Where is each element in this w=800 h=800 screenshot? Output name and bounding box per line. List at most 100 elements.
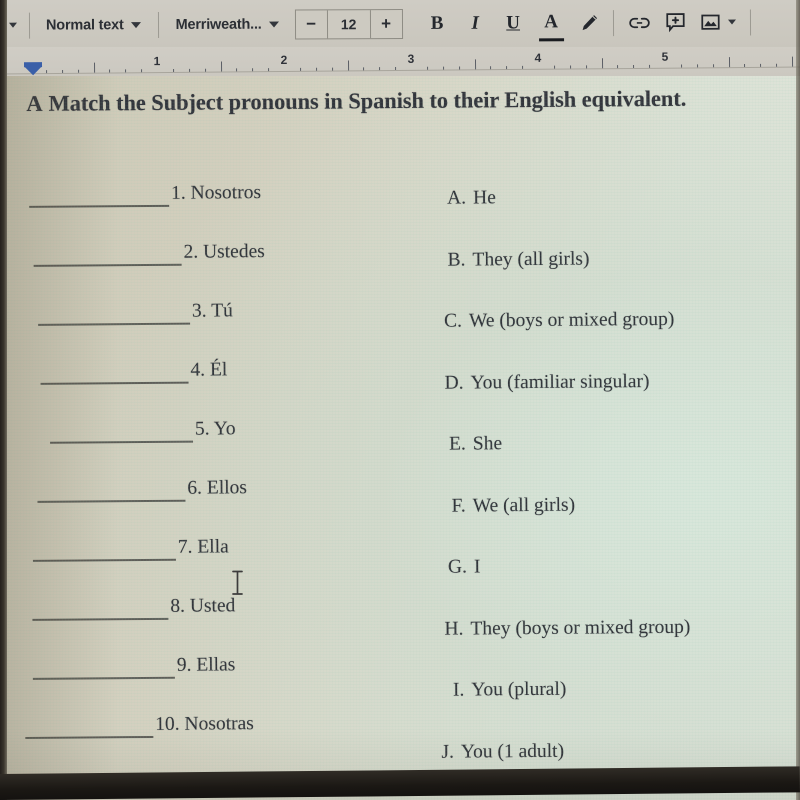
- insert-image-icon: [700, 14, 720, 30]
- ruler-number: 3: [407, 51, 415, 66]
- matching-item-text: 10. Nosotras: [155, 713, 254, 735]
- ruler-tick: [172, 68, 174, 72]
- spanish-pronoun-list: 1. Nosotros 2. Ustedes 3. Tú 4. Él 5. Yo 6. E…: [7, 163, 339, 756]
- answer-option-row[interactable]: E. She: [437, 431, 797, 495]
- answer-blank[interactable]: [32, 617, 169, 621]
- answer-option-text: They (boys or mixed group): [470, 616, 691, 639]
- ruler-tick: [236, 68, 238, 72]
- matching-item-row[interactable]: 10. Nosotras: [9, 694, 339, 756]
- matching-item-row[interactable]: 8. Usted: [8, 576, 338, 638]
- ruler-tick: [379, 67, 381, 71]
- answer-option-row[interactable]: A. He: [435, 185, 795, 249]
- document-ruler[interactable]: 1 2 3 4 5: [0, 47, 800, 76]
- answer-blank[interactable]: [40, 381, 189, 385]
- ruler-tick: [109, 69, 111, 73]
- ruler-tick: [712, 64, 714, 68]
- matching-item-text: 2. Ustedes: [183, 241, 265, 263]
- editor-toolbar: Normal text Merriweath... − 12 + B I U A: [0, 0, 800, 47]
- ruler-tick: [220, 61, 222, 72]
- answer-option-row[interactable]: D. You (familiar singular): [436, 369, 796, 433]
- answer-blank[interactable]: [25, 735, 154, 739]
- highlight-button[interactable]: [578, 12, 600, 34]
- answer-option-text: We (boys or mixed group): [468, 308, 675, 332]
- paragraph-style-dropdown[interactable]: Normal text: [46, 17, 141, 33]
- matching-item-row[interactable]: 1. Nosotros: [7, 163, 335, 225]
- answer-option-row[interactable]: G. I: [438, 554, 798, 618]
- ruler-tick: [347, 60, 349, 71]
- answer-option-row[interactable]: I. You (plural): [439, 677, 799, 741]
- heading-text: Match the Subject pronouns in Spanish to…: [48, 85, 687, 116]
- font-size-value[interactable]: 12: [326, 9, 371, 38]
- answer-option-row[interactable]: F. We (all girls): [437, 492, 797, 556]
- ruler-tick: [125, 69, 127, 73]
- answer-blank[interactable]: [32, 676, 175, 680]
- answer-option-letter: G.: [447, 556, 468, 578]
- matching-item-row[interactable]: 2. Ustedes: [7, 222, 336, 284]
- answer-blank[interactable]: [29, 204, 170, 208]
- ruler-tick: [188, 68, 190, 72]
- answer-option-letter: E.: [448, 433, 466, 455]
- english-answer-list: A. He B. They (all girls) C. We (boys or mixe…: [435, 185, 800, 800]
- document-page[interactable]: A Match the Subject pronouns in Spanish t…: [7, 76, 800, 800]
- answer-option-text: He: [473, 187, 496, 209]
- ruler-tick: [680, 64, 682, 68]
- insert-link-button[interactable]: [628, 13, 651, 31]
- heading-marker: A: [26, 90, 43, 116]
- ruler-tick: [776, 63, 778, 67]
- answer-blank[interactable]: [50, 440, 194, 444]
- answer-option-text: You (familiar singular): [470, 370, 650, 393]
- bold-button[interactable]: B: [423, 8, 452, 38]
- ruler-tick: [268, 68, 270, 72]
- ruler-number: 2: [280, 52, 288, 68]
- add-comment-button[interactable]: [665, 12, 686, 33]
- answer-blank[interactable]: [32, 558, 176, 562]
- ruler-tick: [315, 67, 317, 71]
- ruler-tick: [490, 66, 492, 70]
- font-size-stepper[interactable]: − 12 +: [294, 8, 403, 39]
- answer-blank[interactable]: [38, 322, 191, 326]
- add-comment-icon: [665, 13, 685, 33]
- matching-item-row[interactable]: 7. Ella: [8, 517, 338, 579]
- font-family-dropdown[interactable]: Merriweath...: [176, 16, 279, 32]
- answer-option-text: They (all girls): [472, 248, 590, 270]
- matching-item-text: 8. Usted: [170, 595, 236, 617]
- answer-option-row[interactable]: H. They (boys or mixed group): [438, 615, 798, 679]
- ruler-tick: [61, 69, 63, 73]
- answer-option-letter: D.: [444, 372, 464, 394]
- answer-option-letter: I.: [452, 679, 465, 701]
- matching-item-row[interactable]: 9. Ellas: [9, 635, 339, 697]
- ruler-tick: [633, 64, 635, 68]
- first-line-indent-icon[interactable]: [24, 66, 43, 76]
- matching-item-row[interactable]: 6. Ellos: [7, 458, 337, 520]
- ruler-tick: [744, 63, 746, 67]
- toolbar-divider: [28, 12, 31, 39]
- font-size-decrease-button[interactable]: −: [296, 10, 327, 38]
- ruler-tick: [553, 65, 555, 69]
- text-color-button[interactable]: A: [537, 7, 566, 39]
- chevron-down-icon: [8, 22, 18, 28]
- ruler-number: 1: [153, 54, 161, 69]
- underline-button[interactable]: U: [499, 8, 528, 38]
- font-size-increase-button[interactable]: +: [371, 9, 402, 37]
- chevron-down-icon: [727, 19, 736, 25]
- answer-option-letter: H.: [444, 618, 464, 640]
- toolbar-divider: [612, 9, 614, 36]
- screen-bezel-right: [796, 0, 800, 800]
- answer-option-row[interactable]: B. They (all girls): [436, 246, 796, 310]
- screen-bezel-left: [0, 0, 7, 800]
- answer-blank[interactable]: [37, 499, 186, 503]
- italic-button[interactable]: I: [461, 8, 490, 38]
- ruler-tick: [141, 69, 143, 73]
- matching-item-row[interactable]: 4. Él: [7, 340, 337, 402]
- answer-blank[interactable]: [33, 263, 182, 267]
- ruler-tick: [569, 65, 571, 69]
- ruler-tick: [331, 67, 333, 71]
- ruler-number: 5: [661, 49, 669, 64]
- answer-option-row[interactable]: C. We (boys or mixed group): [436, 308, 796, 372]
- matching-item-text: 7. Ella: [177, 536, 229, 558]
- matching-item-row[interactable]: 5. Yo: [7, 399, 337, 461]
- ruler-tick: [77, 69, 79, 73]
- ruler-tick: [93, 62, 95, 73]
- insert-image-button[interactable]: [700, 12, 736, 33]
- matching-item-row[interactable]: 3. Tú: [7, 281, 336, 343]
